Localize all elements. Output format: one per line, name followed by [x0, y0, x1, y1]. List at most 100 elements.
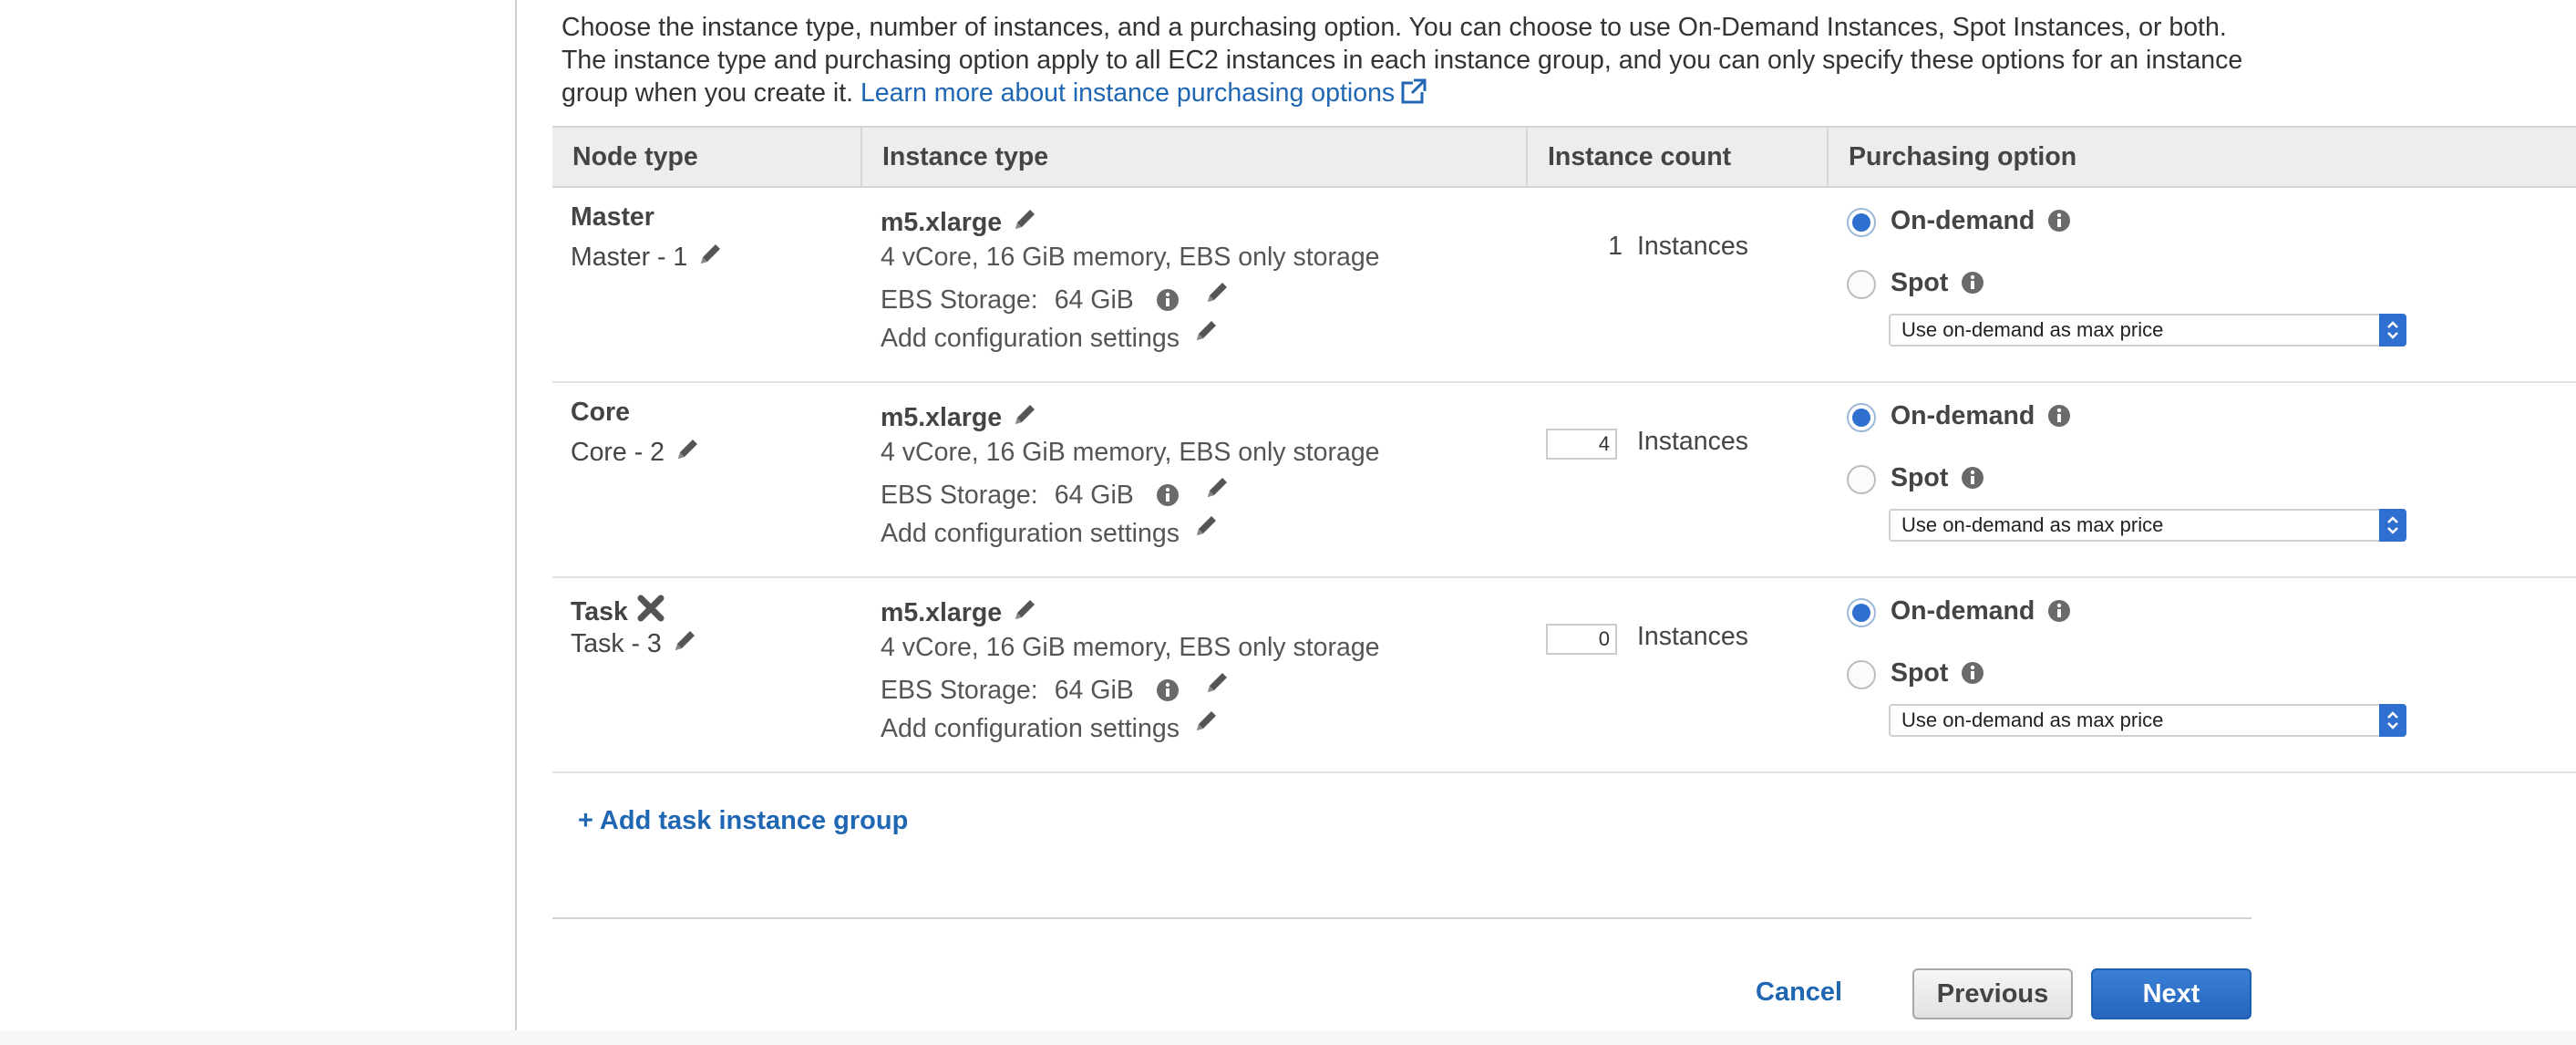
info-icon[interactable]	[1156, 678, 1180, 709]
next-button[interactable]: Next	[2091, 968, 2251, 1019]
info-icon[interactable]	[1961, 271, 1984, 302]
ebs-value: 64 GiB	[1054, 285, 1134, 315]
pencil-icon[interactable]	[1192, 512, 1220, 547]
spot-radio[interactable]	[1847, 465, 1876, 494]
add-configuration-settings: Add configuration settings	[881, 708, 1220, 744]
add-config-label: Add configuration settings	[881, 714, 1180, 743]
spot-option: Spot	[1891, 658, 1984, 692]
max-price-select[interactable]: Use on-demand as max price	[1889, 509, 2406, 542]
spot-option: Spot	[1891, 463, 1984, 497]
select-chevron-icon	[2379, 509, 2406, 542]
ebs-label: EBS Storage:	[881, 285, 1038, 315]
left-panel	[0, 0, 517, 1030]
pencil-icon[interactable]	[671, 627, 698, 662]
learn-more-link-label: Learn more about instance purchasing opt…	[860, 78, 1396, 108]
pencil-icon[interactable]	[1011, 401, 1038, 436]
node-type-text: Task	[571, 597, 628, 626]
header-node-type: Node type	[572, 142, 698, 171]
table-row-master: Master Master - 1 m5.xlarge 4 vCore, 16 …	[552, 188, 2576, 383]
node-name-text: Task - 3	[571, 629, 662, 658]
on-demand-option: On-demand	[1891, 596, 2071, 630]
instance-count-label: Instances	[1637, 427, 1748, 456]
pencil-icon[interactable]	[1192, 317, 1220, 352]
max-price-select[interactable]: Use on-demand as max price	[1889, 704, 2406, 737]
pencil-icon[interactable]	[1203, 474, 1231, 509]
pencil-icon[interactable]	[696, 241, 724, 275]
info-icon[interactable]	[1961, 661, 1984, 692]
ebs-value: 64 GiB	[1054, 481, 1134, 510]
instance-description: 4 vCore, 16 GiB memory, EBS only storage	[881, 438, 1380, 467]
add-config-label: Add configuration settings	[881, 324, 1180, 353]
on-demand-label: On-demand	[1891, 401, 2035, 430]
info-icon[interactable]	[1156, 483, 1180, 514]
spot-label: Spot	[1891, 268, 1949, 297]
max-price-value: Use on-demand as max price	[1901, 709, 2164, 731]
header-instance-type: Instance type	[860, 128, 1526, 186]
node-name: Master - 1	[571, 241, 724, 275]
instance-description: 4 vCore, 16 GiB memory, EBS only storage	[881, 243, 1380, 272]
instance-type-text: m5.xlarge	[881, 403, 1003, 432]
max-price-value: Use on-demand as max price	[1901, 318, 2164, 341]
table-header: Node type Instance type Instance count P…	[552, 126, 2576, 188]
node-type-label: Task	[571, 593, 666, 631]
ebs-storage: EBS Storage: 64 GiB	[881, 279, 1231, 319]
instance-type: m5.xlarge	[881, 596, 1038, 631]
on-demand-option: On-demand	[1891, 401, 2071, 435]
intro-paragraph: Choose the instance type, number of inst…	[562, 11, 2257, 113]
add-task-instance-group-link[interactable]: + Add task instance group	[578, 806, 908, 836]
instance-count-input[interactable]	[1546, 429, 1617, 460]
learn-more-link[interactable]: Learn more about instance purchasing opt…	[860, 78, 1427, 108]
add-configuration-settings: Add configuration settings	[881, 512, 1220, 549]
pencil-icon[interactable]	[1192, 708, 1220, 742]
spot-option: Spot	[1891, 268, 1984, 302]
on-demand-radio[interactable]	[1847, 208, 1876, 237]
info-icon[interactable]	[2047, 599, 2071, 630]
spot-label: Spot	[1891, 463, 1949, 492]
select-chevron-icon	[2379, 314, 2406, 347]
ebs-label: EBS Storage:	[881, 676, 1038, 705]
spot-radio[interactable]	[1847, 660, 1876, 689]
instance-count-input[interactable]	[1546, 624, 1617, 655]
instance-description: 4 vCore, 16 GiB memory, EBS only storage	[881, 633, 1380, 662]
max-price-value: Use on-demand as max price	[1901, 513, 2164, 536]
remove-x-icon[interactable]	[635, 593, 666, 631]
node-type-label: Core	[571, 398, 630, 427]
info-icon[interactable]	[2047, 209, 2071, 240]
spot-label: Spot	[1891, 658, 1949, 688]
table-row-core: Core Core - 2 m5.xlarge 4 vCore, 16 GiB …	[552, 383, 2576, 578]
external-link-icon	[1400, 78, 1427, 113]
node-name-text: Core - 2	[571, 438, 665, 467]
ebs-label: EBS Storage:	[881, 481, 1038, 510]
instance-type: m5.xlarge	[881, 401, 1038, 436]
node-name-text: Master - 1	[571, 243, 688, 272]
pencil-icon[interactable]	[1203, 279, 1231, 314]
previous-button[interactable]: Previous	[1912, 968, 2073, 1019]
on-demand-label: On-demand	[1891, 206, 2035, 235]
max-price-select[interactable]: Use on-demand as max price	[1889, 314, 2406, 347]
info-icon[interactable]	[1961, 466, 1984, 497]
instance-count-label: Instances	[1637, 232, 1748, 261]
on-demand-radio[interactable]	[1847, 598, 1876, 627]
ebs-storage: EBS Storage: 64 GiB	[881, 669, 1231, 709]
cancel-button[interactable]: Cancel	[1756, 978, 1842, 1008]
on-demand-radio[interactable]	[1847, 403, 1876, 432]
node-type-label: Master	[571, 202, 654, 232]
table-row-task: Task Task - 3 m5.xlarge 4 vCore, 16 GiB …	[552, 578, 2576, 773]
header-instance-count: Instance count	[1526, 128, 1829, 186]
add-config-label: Add configuration settings	[881, 519, 1180, 548]
footer-divider	[552, 917, 2251, 919]
info-icon[interactable]	[1156, 288, 1180, 319]
spot-radio[interactable]	[1847, 270, 1876, 299]
pencil-icon[interactable]	[674, 436, 701, 471]
ebs-value: 64 GiB	[1054, 676, 1134, 705]
on-demand-option: On-demand	[1891, 206, 2071, 240]
instance-count-value: 1	[1608, 232, 1623, 261]
pencil-icon[interactable]	[1011, 596, 1038, 631]
pencil-icon[interactable]	[1011, 206, 1038, 241]
info-icon[interactable]	[2047, 404, 2071, 435]
node-name: Task - 3	[571, 627, 698, 662]
pencil-icon[interactable]	[1203, 669, 1231, 704]
node-name: Core - 2	[571, 436, 701, 471]
instance-type-text: m5.xlarge	[881, 208, 1003, 237]
instance-type: m5.xlarge	[881, 206, 1038, 241]
